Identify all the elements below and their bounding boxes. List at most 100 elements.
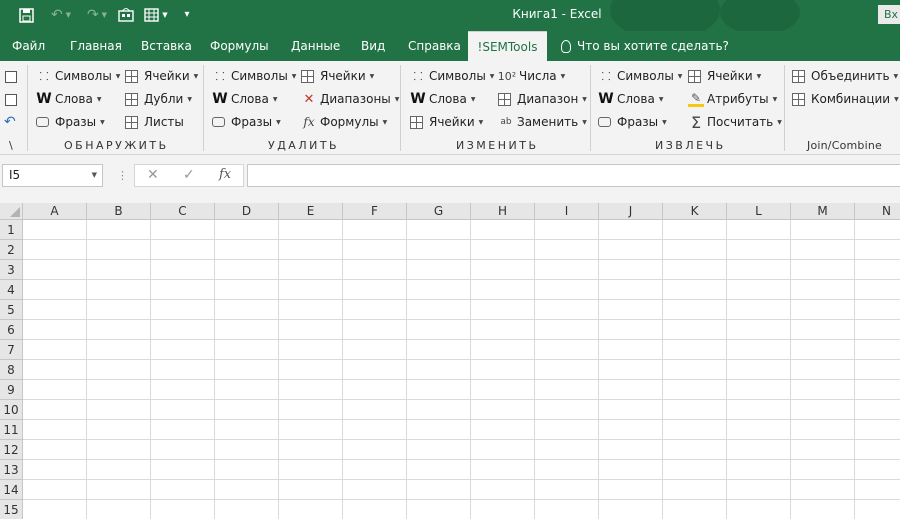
row-header[interactable]: 14 <box>0 480 23 500</box>
count-button[interactable]: Σ Посчитать ▼ <box>688 112 782 132</box>
row-header[interactable]: 9 <box>0 380 23 400</box>
signin-button[interactable]: Вх <box>878 5 900 24</box>
remove-formulas-button[interactable]: fx Формулы ▼ <box>301 112 387 132</box>
group-separator <box>400 65 401 151</box>
column-header[interactable]: J <box>599 203 663 220</box>
change-range-button[interactable]: Диапазон ▼ <box>498 89 587 109</box>
fx-icon: fx <box>303 115 315 129</box>
change-cells-button[interactable]: Ячейки ▼ <box>410 112 483 132</box>
column-header[interactable]: N <box>855 203 900 220</box>
group-separator <box>27 65 28 151</box>
extract-symbols-button[interactable]: ⸬ Символы ▼ <box>598 66 682 86</box>
row-header[interactable]: 3 <box>0 260 23 280</box>
name-box[interactable]: I5 ▼ <box>2 164 103 187</box>
cell-area[interactable] <box>23 220 900 519</box>
symbols-icon: ⸬ <box>215 69 225 83</box>
enter-icon[interactable]: ✓ <box>183 167 195 183</box>
tell-me-search[interactable]: Что вы хотите сделать? <box>561 31 729 61</box>
column-header[interactable]: H <box>471 203 535 220</box>
tab-view[interactable]: Вид <box>361 31 385 61</box>
speech-bubble-icon <box>36 117 49 127</box>
column-header[interactable]: C <box>151 203 215 220</box>
group-separator <box>590 65 591 151</box>
row-header[interactable]: 11 <box>0 420 23 440</box>
extract-phrases-button[interactable]: Фразы ▼ <box>598 112 667 132</box>
select-all-button[interactable] <box>0 203 23 220</box>
remove-cells-button[interactable]: Ячейки ▼ <box>301 66 374 86</box>
change-numbers-button[interactable]: 10² Числа ▼ <box>498 66 565 86</box>
tab-data[interactable]: Данные <box>291 31 340 61</box>
duplicates-icon <box>125 92 138 106</box>
extract-attributes-button[interactable]: ✎ Атрибуты ▼ <box>688 89 777 109</box>
detect-cells-button[interactable]: Ячейки ▼ <box>125 66 198 86</box>
checkbox-2[interactable] <box>5 94 17 106</box>
lightbulb-icon <box>561 39 571 53</box>
checkbox-1[interactable] <box>5 71 17 83</box>
detect-duplicates-button[interactable]: Дубли ▼ <box>125 89 192 109</box>
tab-home[interactable]: Главная <box>70 31 122 61</box>
group-label-remove: УДАЛИТЬ <box>268 139 340 152</box>
column-header[interactable]: A <box>23 203 87 220</box>
column-header[interactable]: M <box>791 203 855 220</box>
title-bar: ↶ ▼ ↷ ▼ ▼ ▾ Книга1 - Excel Вх <box>0 0 900 31</box>
change-symbols-button[interactable]: ⸬ Символы ▼ <box>410 66 494 86</box>
join-button[interactable]: Объединить ▼ <box>792 66 898 86</box>
combinations-button[interactable]: Комбинации ▼ <box>792 89 899 109</box>
row-header[interactable]: 13 <box>0 460 23 480</box>
remove-phrases-button[interactable]: Фразы ▼ <box>212 112 281 132</box>
sigma-icon: Σ <box>690 112 702 132</box>
column-header[interactable]: E <box>279 203 343 220</box>
change-words-button[interactable]: W Слова ▼ <box>410 89 475 109</box>
row-header[interactable]: 10 <box>0 400 23 420</box>
row-header[interactable]: 7 <box>0 340 23 360</box>
cells-icon <box>688 69 701 83</box>
highlighter-icon: ✎ <box>688 91 704 107</box>
row-header[interactable]: 1 <box>0 220 23 240</box>
formula-input[interactable] <box>247 164 900 187</box>
detect-symbols-button[interactable]: ⸬ Символы ▼ <box>36 66 120 86</box>
column-header[interactable]: F <box>343 203 407 220</box>
range-icon <box>498 92 511 106</box>
remove-ranges-button[interactable]: ✕ Диапазоны ▼ <box>301 89 400 109</box>
tab-file[interactable]: Файл <box>12 31 45 61</box>
group-separator <box>784 65 785 151</box>
numbers-icon: 10² <box>497 69 517 83</box>
chevron-down-icon[interactable]: ▼ <box>92 165 97 186</box>
replace-button[interactable]: ab Заменить ▼ <box>498 112 586 132</box>
group-label-misc: \ <box>9 139 13 152</box>
row-header[interactable]: 6 <box>0 320 23 340</box>
column-header[interactable]: I <box>535 203 599 220</box>
remove-symbols-button[interactable]: ⸬ Символы ▼ <box>212 66 296 86</box>
group-label-extract: ИЗВЛЕЧЬ <box>655 139 726 152</box>
row-header[interactable]: 15 <box>0 500 23 519</box>
detect-sheets-button[interactable]: Листы <box>125 112 184 132</box>
column-header[interactable]: D <box>215 203 279 220</box>
row-header[interactable]: 5 <box>0 300 23 320</box>
fx-icon[interactable]: fx <box>219 167 231 182</box>
column-header[interactable]: B <box>87 203 151 220</box>
tab-help[interactable]: Справка <box>408 31 461 61</box>
column-header[interactable]: G <box>407 203 471 220</box>
tab-semtools[interactable]: !SEMTools <box>468 31 547 61</box>
cancel-icon[interactable]: ✕ <box>147 167 159 183</box>
resize-handle-icon[interactable]: ⋮ <box>117 169 128 182</box>
row-header[interactable]: 4 <box>0 280 23 300</box>
column-header[interactable]: L <box>727 203 791 220</box>
undo-icon[interactable]: ↶ <box>4 114 16 130</box>
detect-phrases-button[interactable]: Фразы ▼ <box>36 112 105 132</box>
row-header[interactable]: 12 <box>0 440 23 460</box>
word-icon: W <box>598 91 614 107</box>
row-header[interactable]: 2 <box>0 240 23 260</box>
remove-words-button[interactable]: W Слова ▼ <box>212 89 277 109</box>
group-separator <box>203 65 204 151</box>
symbols-icon: ⸬ <box>39 69 49 83</box>
cells-icon <box>301 69 314 83</box>
tab-insert[interactable]: Вставка <box>141 31 192 61</box>
symbols-icon: ⸬ <box>601 69 611 83</box>
tab-formulas[interactable]: Формулы <box>210 31 269 61</box>
row-header[interactable]: 8 <box>0 360 23 380</box>
detect-words-button[interactable]: W Слова ▼ <box>36 89 101 109</box>
column-header[interactable]: K <box>663 203 727 220</box>
extract-cells-button[interactable]: Ячейки ▼ <box>688 66 761 86</box>
extract-words-button[interactable]: W Слова ▼ <box>598 89 663 109</box>
